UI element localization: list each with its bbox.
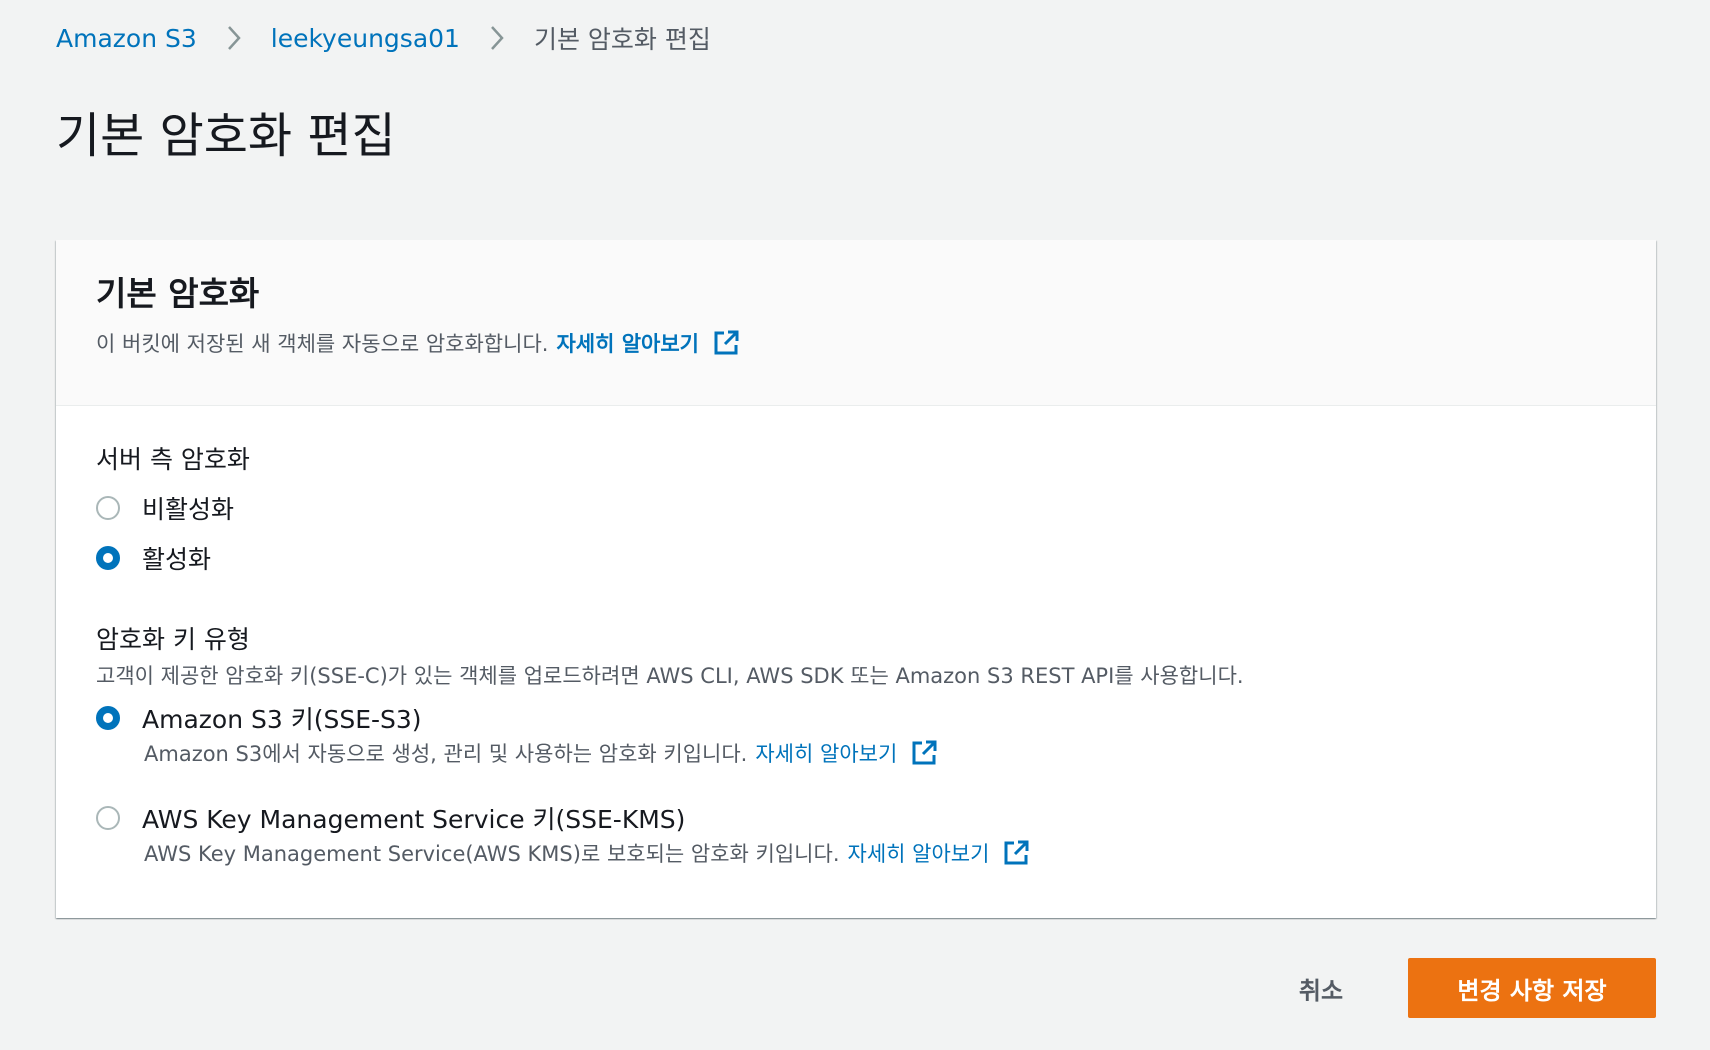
radio-sse-s3[interactable] — [96, 706, 120, 730]
radio-option-sse-kms[interactable]: AWS Key Management Service 키(SSE-KMS) — [96, 800, 685, 836]
panel-header: 기본 암호화 이 버킷에 저장된 새 객체를 자동으로 암호화합니다. 자세히 … — [56, 240, 1656, 406]
external-link-icon[interactable] — [909, 738, 939, 768]
external-link-icon[interactable] — [711, 328, 741, 358]
learn-more-link[interactable]: 자세히 알아보기 — [556, 328, 699, 358]
page-title: 기본 암호화 편집 — [56, 108, 396, 164]
radio-option-disable[interactable]: 비활성화 — [96, 490, 234, 526]
server-side-encryption-label: 서버 측 암호화 — [96, 445, 250, 474]
radio-option-enable[interactable]: 활성화 — [96, 540, 211, 576]
breadcrumb-amazon-s3[interactable]: Amazon S3 — [56, 24, 197, 53]
sse-s3-description: Amazon S3에서 자동으로 생성, 관리 및 사용하는 암호화 키입니다.… — [144, 738, 939, 768]
sse-kms-learn-more-link[interactable]: 자세히 알아보기 — [848, 838, 990, 868]
radio-enable[interactable] — [96, 546, 120, 570]
sse-kms-description-text: AWS Key Management Service(AWS KMS)로 보호되… — [144, 842, 840, 866]
radio-label-enable: 활성화 — [142, 545, 212, 574]
chevron-right-icon — [197, 18, 271, 58]
default-encryption-panel: 기본 암호화 이 버킷에 저장된 새 객체를 자동으로 암호화합니다. 자세히 … — [56, 240, 1656, 918]
encryption-key-type-label: 암호화 키 유형 — [96, 625, 250, 654]
sse-s3-description-text: Amazon S3에서 자동으로 생성, 관리 및 사용하는 암호화 키입니다. — [144, 742, 748, 766]
external-link-icon[interactable] — [1001, 838, 1031, 868]
radio-disable[interactable] — [96, 496, 120, 520]
chevron-right-icon — [460, 18, 534, 58]
breadcrumb: Amazon S3 leekyeungsa01 기본 암호화 편집 — [56, 18, 711, 58]
radio-label-disable: 비활성화 — [142, 495, 235, 524]
panel-description: 이 버킷에 저장된 새 객체를 자동으로 암호화합니다. 자세히 알아보기 — [96, 328, 741, 358]
radio-label-sse-kms: AWS Key Management Service 키(SSE-KMS) — [142, 805, 686, 834]
cancel-button[interactable]: 취소 — [1276, 960, 1366, 1016]
radio-label-sse-s3: Amazon S3 키(SSE-S3) — [142, 705, 422, 734]
sse-kms-description: AWS Key Management Service(AWS KMS)로 보호되… — [144, 838, 1031, 868]
panel-title: 기본 암호화 — [96, 274, 260, 313]
sse-s3-learn-more-link[interactable]: 자세히 알아보기 — [755, 738, 897, 768]
encryption-key-type-description: 고객이 제공한 암호화 키(SSE-C)가 있는 객체를 업로드하려면 AWS … — [96, 664, 1244, 688]
radio-option-sse-s3[interactable]: Amazon S3 키(SSE-S3) — [96, 700, 422, 736]
radio-sse-kms[interactable] — [96, 806, 120, 830]
breadcrumb-bucket[interactable]: leekyeungsa01 — [271, 24, 460, 53]
save-changes-button[interactable]: 변경 사항 저장 — [1408, 958, 1656, 1018]
panel-description-text: 이 버킷에 저장된 새 객체를 자동으로 암호화합니다. — [96, 332, 549, 356]
breadcrumb-current: 기본 암호화 편집 — [533, 25, 711, 54]
